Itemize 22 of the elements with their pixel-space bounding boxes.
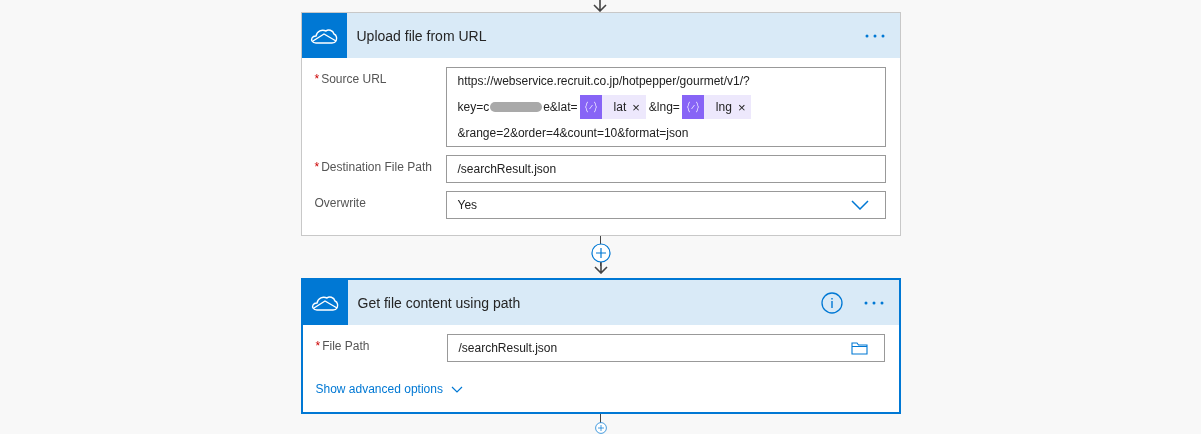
input-field[interactable]: /searchResult.json [445,155,886,183]
card-title: Get file content using path [357,294,522,311]
dynamic-token[interactable]: lat × [579,95,646,119]
action-card[interactable]: Get file content using path * File Path /searchResult.json Show advanced options [300,278,901,414]
field-label: Source URL [321,72,387,86]
url-text: &range=2&order=4&count=10&format=json [457,126,689,140]
url-text: https://webservice.recruit.co.jp/hotpepper/gourmet/v1/? [457,74,750,88]
url-text: key=c [457,100,490,114]
required-mark: * [315,339,321,353]
field-label: Destination File Path [321,160,432,174]
input-field[interactable]: /searchResult.json [446,334,885,362]
dynamic-token[interactable]: lng × [681,95,752,119]
advanced-options-link[interactable]: Show advanced options [315,382,463,396]
dropdown[interactable]: Yes [445,191,886,219]
field-label: File Path [322,339,370,353]
card-title: Upload file from URL [356,27,488,44]
url-text: e&lat= [543,100,578,114]
required-mark: * [314,160,320,174]
url-field[interactable]: https://webservice.recruit.co.jp/hotpepper/gourmet/v1/? key=c e&lat= lat × &lng= lng × &range=2&order=4&count=10&format=json [445,67,886,147]
required-mark: * [314,72,320,86]
field-label: Overwrite [314,196,366,210]
url-text: &lng= [648,100,680,114]
